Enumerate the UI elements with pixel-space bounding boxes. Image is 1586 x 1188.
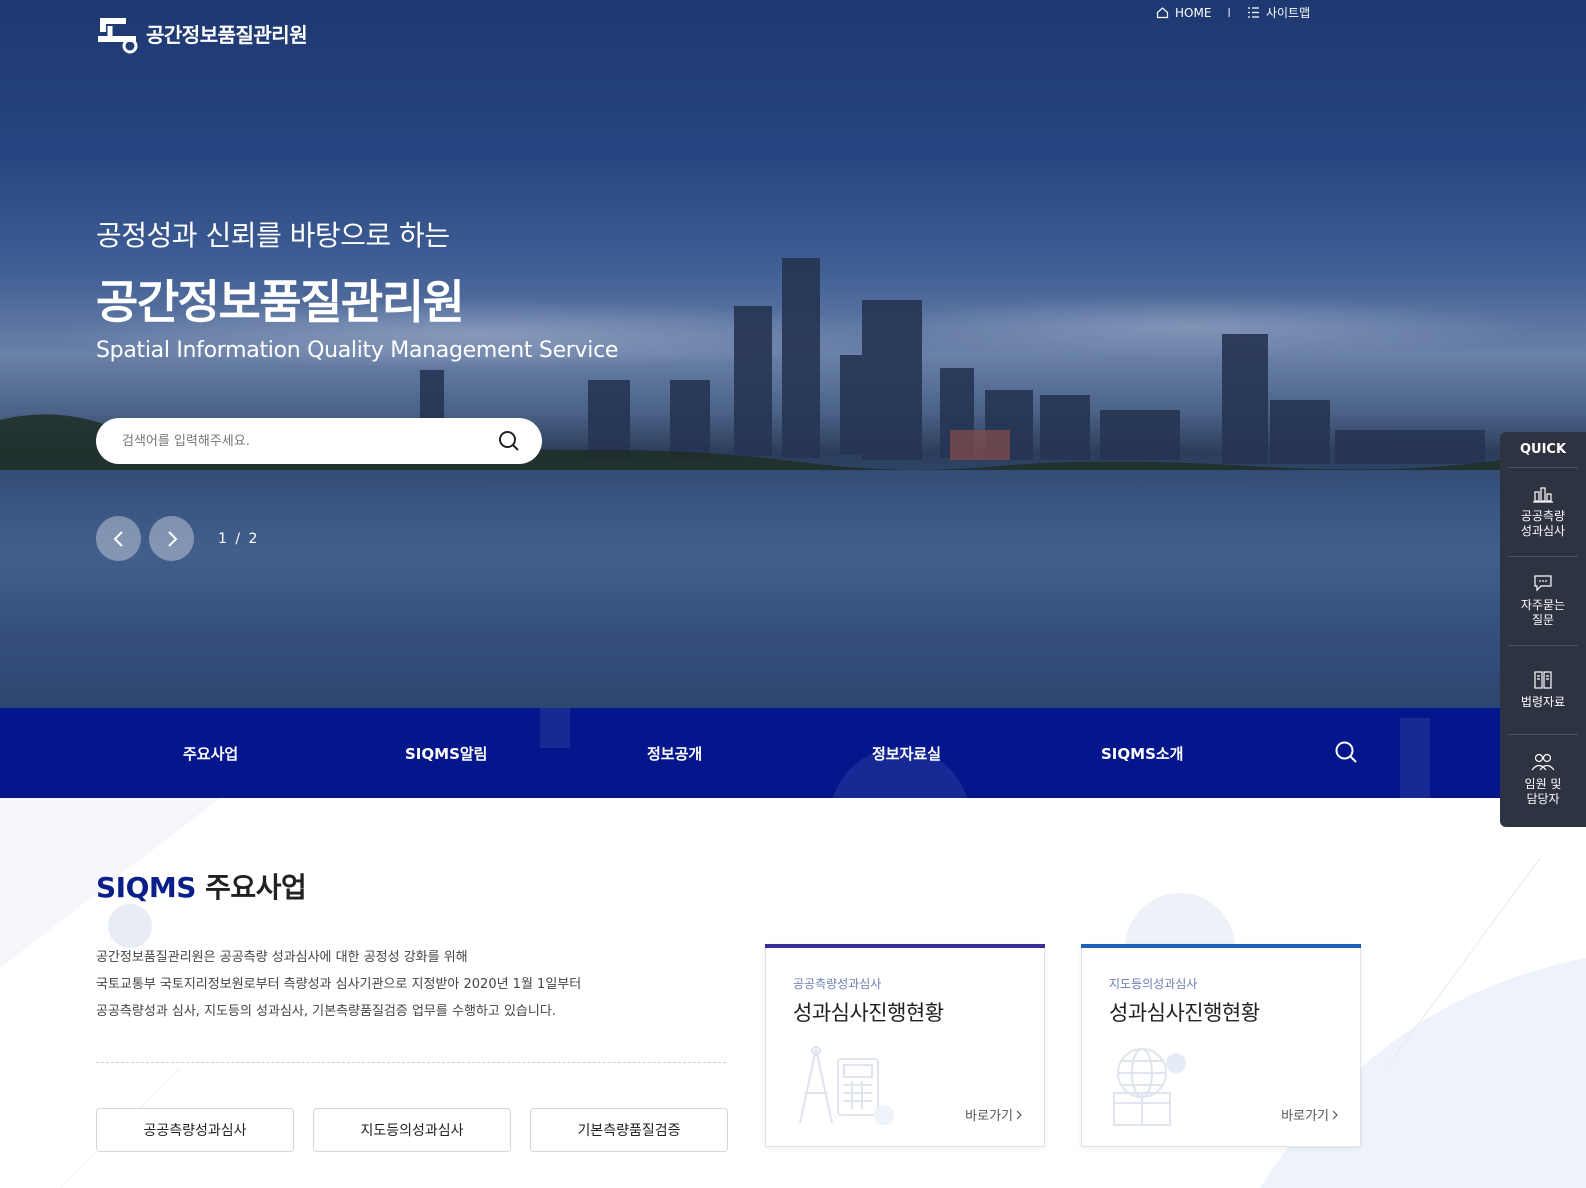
hero-english-title: Spatial Information Quality Management S… — [96, 338, 619, 363]
review-status-card-public[interactable]: 공공측량성과심사 성과심사진행현황 바로가기 — [765, 944, 1045, 1147]
logo-text: 공간정보품질관리원 — [146, 22, 308, 47]
people-icon — [1531, 753, 1555, 770]
globe-box-icon — [1113, 1048, 1186, 1126]
search-icon — [1335, 741, 1357, 763]
public-survey-review-button[interactable]: 공공측량성과심사 — [96, 1108, 294, 1152]
card-title: 성과심사진행현황 — [793, 1001, 944, 1025]
site-logo[interactable]: 공간정보품질관리원 — [96, 12, 308, 54]
quick-menu: QUICK 공공측량 성과심사 자주묻는 질문 법령자료 임원 및 담당자 — [1500, 432, 1586, 827]
home-link[interactable]: HOME — [1156, 6, 1211, 20]
compass-calculator-icon — [799, 1046, 894, 1125]
quick-item-faq[interactable]: 자주묻는 질문 — [1508, 557, 1578, 646]
chevron-right-icon — [1016, 1110, 1022, 1119]
hero-search-box — [96, 418, 542, 464]
slide-controls: 1 / 2 — [96, 516, 259, 561]
nav-item-siqms-intro[interactable]: SIQMS소개 — [1101, 708, 1183, 798]
quick-item-laws[interactable]: 법령자료 — [1508, 646, 1578, 735]
search-icon — [499, 431, 519, 451]
chevron-right-icon — [1332, 1110, 1338, 1119]
review-status-card-map[interactable]: 지도등의성과심사 성과심사진행현황 바로가기 — [1081, 944, 1361, 1147]
nav-item-main-business[interactable]: 주요사업 — [183, 708, 238, 798]
card-more-link[interactable]: 바로가기 — [1281, 1105, 1338, 1124]
hero-banner: 공간정보품질관리원 HOME I 사이트맵 공정성과 신뢰를 바탕으로 하는 공… — [0, 0, 1586, 708]
chevron-right-icon — [167, 530, 177, 547]
section-title-highlight: SIQMS — [96, 871, 196, 904]
map-review-button[interactable]: 지도등의성과심사 — [313, 1108, 511, 1152]
card-more-link[interactable]: 바로가기 — [965, 1105, 1022, 1124]
quick-menu-title: QUICK — [1508, 432, 1578, 468]
section-divider — [96, 1062, 726, 1063]
section-title-rest: 주요사업 — [205, 871, 307, 904]
slide-pager: 1 / 2 — [218, 530, 260, 547]
logo-mark-icon — [98, 18, 138, 54]
hero-search-input[interactable] — [122, 433, 496, 449]
nav-item-information-disclosure[interactable]: 정보공개 — [647, 708, 702, 798]
next-slide-button[interactable] — [149, 516, 194, 561]
card-category: 공공측량성과심사 — [793, 977, 882, 991]
utility-nav: HOME I 사이트맵 — [1156, 4, 1310, 21]
sitemap-link[interactable]: 사이트맵 — [1247, 4, 1310, 21]
prev-slide-button[interactable] — [96, 516, 141, 561]
section-title: SIQMS 주요사업 — [96, 866, 307, 906]
basic-survey-verification-button[interactable]: 기본측량품질검증 — [530, 1108, 728, 1152]
nav-item-data-room[interactable]: 정보자료실 — [872, 708, 941, 798]
chevron-left-icon — [113, 530, 123, 547]
card-category: 지도등의성과심사 — [1109, 977, 1198, 991]
card-title: 성과심사진행현황 — [1109, 1001, 1260, 1025]
section-description: 공간정보품질관리원은 공공측량 성과심사에 대한 공정성 강화를 위해 국토교통… — [96, 950, 582, 1019]
main-navigation: 주요사업 SIQMS알림 정보공개 정보자료실 SIQMS소개 — [0, 708, 1500, 798]
home-icon — [1156, 7, 1169, 19]
nav-search-button[interactable] — [1334, 740, 1360, 766]
quick-item-public-survey[interactable]: 공공측량 성과심사 — [1508, 468, 1578, 557]
hero-search-button[interactable] — [496, 428, 522, 454]
bar-chart-icon — [1533, 487, 1553, 503]
hero-title: 공간정보품질관리원 — [96, 275, 465, 329]
book-icon — [1534, 670, 1552, 689]
nav-item-siqms-notice[interactable]: SIQMS알림 — [405, 708, 487, 798]
hero-subtitle: 공정성과 신뢰를 바탕으로 하는 — [96, 219, 450, 252]
list-icon — [1247, 7, 1259, 18]
chat-bubble-icon — [1534, 575, 1552, 592]
